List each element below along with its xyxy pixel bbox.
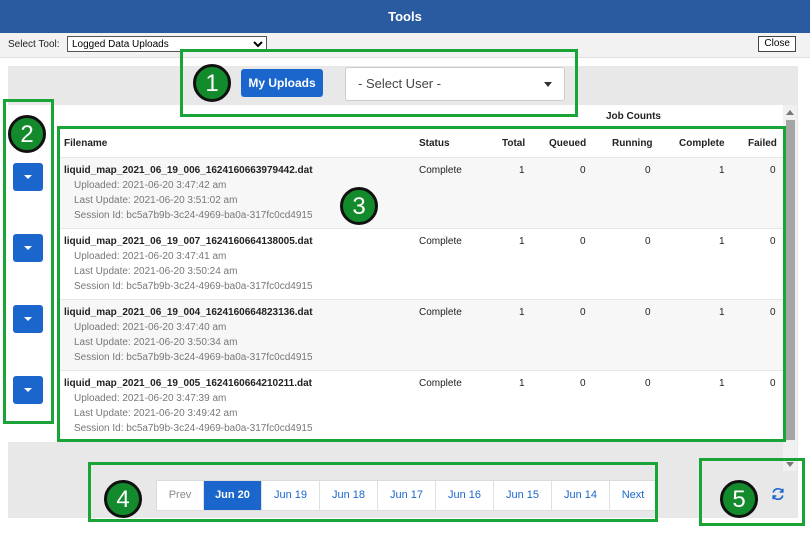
title-bar: Tools (0, 0, 810, 33)
annotation-badge-1: 1 (193, 64, 231, 102)
annotation-box-3 (57, 126, 786, 442)
scroll-up-icon[interactable] (786, 110, 794, 115)
annotation-badge-3: 3 (340, 187, 378, 225)
scrollbar-thumb[interactable] (786, 120, 795, 440)
annotation-badge-4: 4 (104, 480, 142, 518)
annotation-box-4 (88, 462, 658, 522)
window-title: Tools (388, 9, 422, 24)
annotation-badge-2: 2 (8, 115, 46, 153)
close-button[interactable]: Close (758, 36, 796, 52)
annotation-badge-5: 5 (720, 480, 758, 518)
select-tool-label: Select Tool: (8, 39, 60, 50)
job-counts-header: Job Counts (606, 111, 661, 122)
annotation-box-1 (180, 49, 578, 117)
